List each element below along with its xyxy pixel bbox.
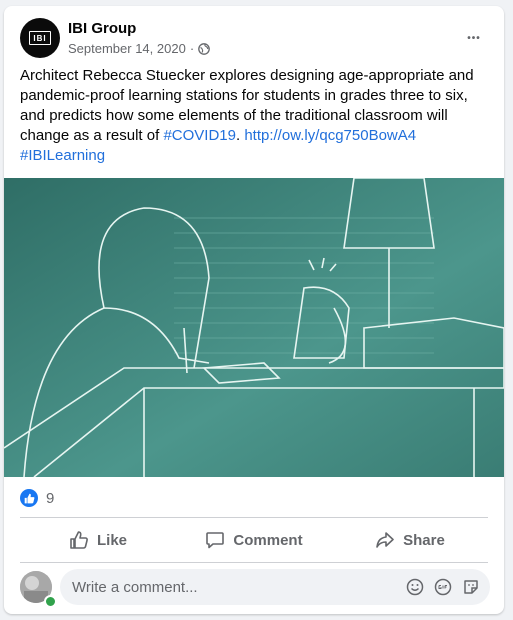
comment-composer: Write a comment...: [20, 569, 490, 608]
sticker-icon[interactable]: [462, 578, 480, 596]
share-label: Share: [403, 531, 445, 549]
reaction-count: 9: [46, 489, 55, 507]
reactions-summary[interactable]: 9: [20, 486, 54, 510]
post-image[interactable]: [4, 177, 504, 478]
like-label: Like: [96, 531, 127, 549]
more-icon: •••: [467, 32, 481, 44]
comment-placeholder: Write a comment...: [72, 578, 198, 596]
post-card: IBI IBI Group September 14, 2020 · ••• A…: [4, 6, 504, 614]
thumbs-up-icon: [70, 531, 88, 549]
more-options-button[interactable]: •••: [460, 24, 488, 52]
divider-bottom: [20, 562, 488, 563]
comment-button[interactable]: Comment: [176, 522, 332, 558]
post-text: Architect Rebecca Stuecker explores desi…: [20, 66, 496, 166]
post-link[interactable]: http://ow.ly/qcg750BowA4: [244, 127, 416, 144]
hashtag-covid19[interactable]: #COVID19: [163, 127, 236, 144]
emoji-icon[interactable]: [406, 578, 424, 596]
comment-label: Comment: [233, 531, 303, 549]
like-button[interactable]: Like: [20, 522, 176, 558]
comment-icon: [206, 532, 225, 549]
meta-separator: ·: [189, 41, 195, 56]
like-reaction-icon: [20, 489, 38, 507]
share-button[interactable]: Share: [332, 522, 488, 558]
gif-icon[interactable]: [434, 578, 452, 596]
post-actions: Like Comment Share: [20, 522, 488, 558]
hashtag-ibilearning[interactable]: #IBILearning: [20, 147, 105, 164]
post-meta: September 14, 2020 ·: [68, 41, 211, 56]
avatar-text: IBI: [33, 33, 47, 43]
comment-icons: [406, 578, 480, 596]
classroom-illustration: [4, 177, 504, 478]
post-header: IBI IBI Group September 14, 2020 · •••: [20, 18, 490, 58]
page-avatar[interactable]: IBI: [20, 18, 60, 58]
comment-input[interactable]: Write a comment...: [60, 569, 490, 605]
divider-top: [20, 517, 488, 518]
share-icon: [376, 532, 394, 548]
globe-icon: [198, 42, 211, 55]
ibi-logo: IBI: [29, 31, 51, 45]
online-status-dot: [44, 595, 57, 608]
page-name[interactable]: IBI Group: [68, 20, 136, 37]
post-date[interactable]: September 14, 2020: [68, 41, 186, 56]
